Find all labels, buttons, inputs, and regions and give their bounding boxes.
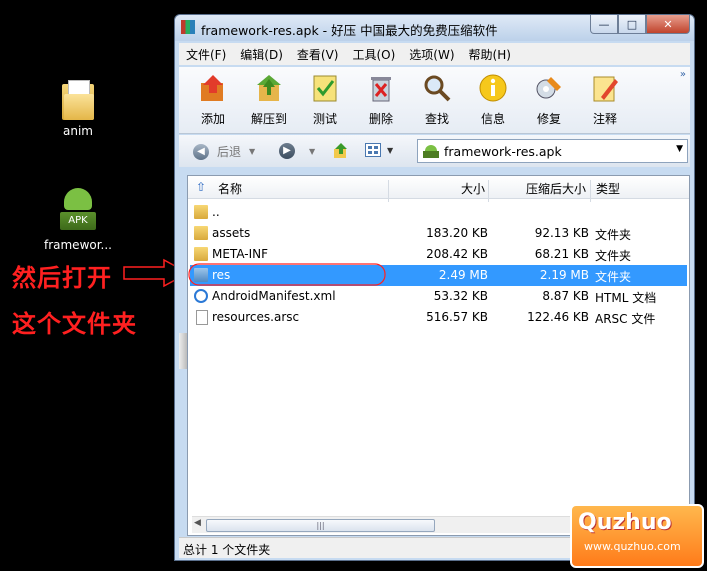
info-icon (479, 74, 507, 102)
test-icon (313, 75, 337, 102)
comment-icon (593, 76, 618, 102)
side-splitter[interactable] (179, 333, 187, 369)
add-button[interactable]: 添加 (187, 73, 239, 127)
table-row-resources-arsc[interactable]: resources.arsc 516.57 KB 122.46 KB ARSC … (188, 307, 689, 328)
sort-up-icon[interactable]: ⇧ (196, 180, 206, 194)
close-button[interactable]: ✕ (646, 15, 690, 34)
scroll-left-icon[interactable]: ◀ (194, 518, 201, 528)
document-icon (196, 310, 208, 325)
comment-button[interactable]: 注释 (579, 73, 631, 127)
folder-icon (194, 226, 208, 240)
find-button[interactable]: 查找 (411, 73, 463, 127)
scroll-thumb[interactable]: ||| (206, 519, 435, 532)
window-title: framework-res.apk - 好压 中国最大的免费压缩软件 (201, 23, 498, 38)
table-row-androidmanifest[interactable]: AndroidManifest.xml 53.32 KB 8.87 KB HTM… (188, 286, 689, 307)
maximize-button[interactable]: □ (618, 15, 646, 34)
navigation-bar: ◀ 后退 ▼ ▶ ▼ ▼ framework-res.apk ▼ (179, 135, 690, 167)
column-size[interactable]: 大小 (461, 180, 485, 197)
address-bar[interactable]: framework-res.apk ▼ (417, 139, 688, 163)
forward-button[interactable]: ▶ ▼ (279, 143, 315, 159)
toolbar: 添加 解压到 测试 删除 查找 信息 修复 注释 » (179, 67, 690, 134)
column-type[interactable]: 类型 (596, 180, 620, 197)
apk-icon: APK (58, 188, 98, 234)
repair-button[interactable]: 修复 (523, 73, 575, 127)
desktop-icon-anim[interactable]: anim (38, 80, 118, 138)
repair-icon (536, 77, 561, 99)
magnifier-icon (424, 75, 451, 102)
address-dropdown-icon[interactable]: ▼ (676, 144, 683, 154)
annotation-line-1: 然后打开 (12, 264, 112, 292)
trash-icon (371, 77, 391, 102)
back-button[interactable]: ◀ 后退 ▼ (193, 143, 255, 160)
column-header: ⇧ 名称 大小 压缩后大小 类型 (188, 176, 689, 202)
desktop-icon-label: anim (63, 124, 93, 138)
menu-help[interactable]: 帮助(H) (462, 46, 518, 63)
add-icon (201, 75, 223, 101)
menu-file[interactable]: 文件(F) (179, 46, 233, 63)
ie-document-icon (194, 289, 208, 303)
haozip-window: framework-res.apk - 好压 中国最大的免费压缩软件 — □ ✕… (174, 14, 695, 561)
back-arrow-icon: ◀ (193, 143, 209, 160)
app-icon (181, 20, 195, 34)
forward-arrow-icon: ▶ (279, 143, 295, 159)
minimize-button[interactable]: — (590, 15, 618, 34)
toolbar-more-icon[interactable]: » (680, 69, 686, 80)
column-name[interactable]: 名称 (218, 180, 242, 197)
desktop-icon-framework[interactable]: APK framewor... (38, 188, 118, 252)
dropdown-arrow-icon: ▼ (387, 145, 394, 155)
menu-view[interactable]: 查看(V) (290, 46, 346, 63)
title-bar[interactable]: framework-res.apk - 好压 中国最大的免费压缩软件 — □ ✕ (175, 15, 694, 41)
desktop-icon-label: framewor... (43, 238, 112, 252)
annotation-line-2: 这个文件夹 (12, 310, 137, 338)
menu-options[interactable]: 选项(W) (402, 46, 461, 63)
file-list: ⇧ 名称 大小 压缩后大小 类型 .. assets 183.20 KB 92.… (187, 175, 690, 536)
up-folder-icon (334, 143, 347, 158)
menu-edit[interactable]: 编辑(D) (233, 46, 290, 63)
extract-to-button[interactable]: 解压到 (243, 73, 295, 127)
view-mode-button[interactable]: ▼ (365, 143, 393, 157)
test-button[interactable]: 测试 (299, 73, 351, 127)
info-button[interactable]: 信息 (467, 73, 519, 127)
table-row-parent[interactable]: .. (188, 202, 689, 223)
folder-icon (194, 247, 208, 261)
delete-button[interactable]: 删除 (355, 73, 407, 127)
view-list-icon (365, 143, 381, 157)
watermark-logo: Quzhuo www.quzhuo.com (570, 504, 704, 568)
status-text: 总计 1 个文件夹 (183, 543, 271, 557)
dropdown-arrow-icon: ▼ (249, 147, 256, 156)
extract-icon (257, 75, 281, 101)
dropdown-arrow-icon: ▼ (309, 146, 316, 156)
apk-file-icon (423, 145, 439, 158)
up-folder-button[interactable] (333, 143, 349, 159)
address-text: framework-res.apk (444, 143, 562, 159)
folder-icon (194, 205, 208, 219)
folder-icon (62, 80, 94, 120)
table-row-assets[interactable]: assets 183.20 KB 92.13 KB 文件夹 (188, 223, 689, 244)
annotation-highlight-oval (188, 263, 386, 286)
menu-tools[interactable]: 工具(O) (345, 46, 402, 63)
menu-bar: 文件(F) 编辑(D) 查看(V) 工具(O) 选项(W) 帮助(H) (179, 43, 690, 65)
column-compressed[interactable]: 压缩后大小 (526, 180, 586, 197)
